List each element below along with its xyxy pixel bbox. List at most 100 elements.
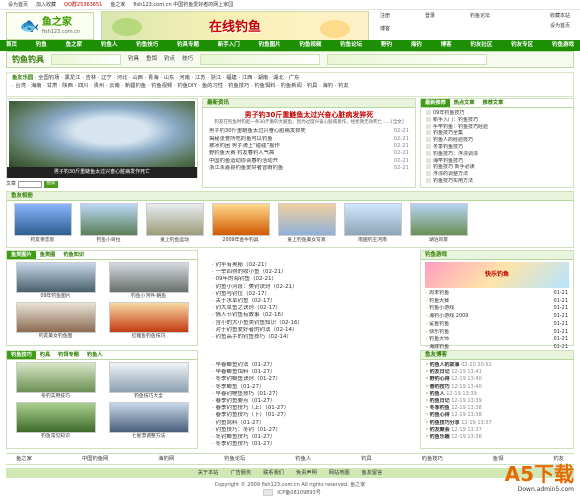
nav-item[interactable]: 钓鱼视频 <box>299 42 321 49</box>
news-item[interactable]: 男子钓30斤重鲢鱼太过兴奋心脏病发猝死 02-21 <box>209 128 409 135</box>
nav-item[interactable]: 博客 <box>441 42 452 49</box>
game-item[interactable]: · 钓鱼小游戏 01-21 <box>426 305 568 313</box>
article-item[interactable]: · 冬季钓鱼技巧（01-27） <box>212 441 406 448</box>
site-logo[interactable]: 🐟 鱼之家 fish123.com.cn <box>6 12 94 40</box>
register-link[interactable]: 注册 <box>380 13 390 19</box>
footer-link[interactable]: 免责声明 <box>296 470 317 476</box>
game-item[interactable]: · 鲨鱼钓鱼 01-21 <box>426 321 568 329</box>
article-item[interactable]: · 早春鲫鱼饵料（01-27） <box>212 369 406 376</box>
recommend-item[interactable]: 钓鱼技巧全集 <box>426 130 568 137</box>
album-item[interactable]: 2009年金牛钓具 <box>209 203 272 244</box>
news-item[interactable]: 野钓鱼大赛 钓友春钓人气高 02-21 <box>209 150 409 157</box>
region-row[interactable]: · 台湾 · 海南 · 甘肃 · 陕西 · 四川 · 贵州 · 云南 · 新疆钓… <box>12 83 349 89</box>
topbar-link[interactable]: 设为首页 <box>8 2 28 8</box>
footer-link[interactable]: 网站地图 <box>329 470 350 476</box>
search-input[interactable] <box>18 180 43 188</box>
news-item[interactable]: 中国钓鱼运动协会春钓活动开 02-21 <box>209 158 409 165</box>
recommend-item[interactable]: 钓鱼技巧：浮漂调漂 <box>426 150 568 158</box>
article-item[interactable]: · 冬季鲫鱼（01-27） <box>212 384 406 391</box>
nav-item[interactable]: 钓友社区 <box>470 42 492 49</box>
photo-item[interactable]: 09年钓鱼图片 <box>11 262 100 300</box>
article-item[interactable]: · 含小的大小鱼类钓鱼知识（02-16） <box>212 320 406 327</box>
news-item[interactable]: 揭秘张誉所吃的鱼可以钓鱼 02-21 <box>209 136 409 143</box>
search-button[interactable]: 搜索 <box>44 180 59 188</box>
article-item[interactable]: · 09年的海钓鱼（02-21） <box>212 276 406 283</box>
region-row[interactable]: · 全国钓场 · 黑龙江 · 吉林 · 辽宁 · 河北 · 山西 · 青海 · … <box>35 75 300 81</box>
footer-link[interactable]: 鱼友留言 <box>362 470 383 476</box>
article-item[interactable]: · 冬钓鲫鱼技巧（01-27） <box>212 434 406 441</box>
article-item[interactable]: · 春季钓鱼技巧（上）（01-27） <box>212 405 406 412</box>
album-item[interactable]: 钓友亲恋影 <box>11 203 74 244</box>
sub-nav-tag[interactable]: 钓点 <box>164 56 175 63</box>
blog-item[interactable]: · 钓鱼心得 12-19 13:38 <box>426 412 568 419</box>
skill-item[interactable]: 钓鱼技巧大全 <box>104 362 193 400</box>
homepage-link[interactable]: 设为首页 <box>550 23 570 29</box>
blog-item[interactable]: · 钓鱼乐趣 12-19 13:36 <box>426 434 568 441</box>
friend-link[interactable]: 钓具 <box>361 456 372 462</box>
game-item[interactable]: · 快乐钓鱼 01-21 <box>426 329 568 337</box>
article-item[interactable]: · 钓竿有奥秘（02-21） <box>212 262 406 269</box>
friend-link[interactable]: 海钓网 <box>158 456 174 462</box>
blog-item[interactable]: · 野钓心得 12-19 13:40 <box>426 376 568 383</box>
game-banner[interactable]: 快乐钓鱼 <box>425 262 569 288</box>
skill-item[interactable]: 冬钓实用技巧 <box>11 362 100 400</box>
recommend-item[interactable]: 钓鱼技巧实用方法 <box>426 177 568 185</box>
nav-item[interactable]: 钓鱼人 <box>101 42 118 49</box>
news-item[interactable]: 被冰钓困 男子骑上“碰碰”报作 02-21 <box>209 143 409 150</box>
tab-anglers[interactable]: 钓鱼人 <box>83 351 107 359</box>
article-item[interactable]: · 钓鱼小河段：美钓诀窍（02-21） <box>212 284 406 291</box>
recommend-item[interactable]: 浮漂的调整方法 <box>426 171 568 178</box>
tab-recommended[interactable]: 推荐文章 <box>479 99 508 107</box>
article-item[interactable]: · 关于水草钓鱼（02-17） <box>212 298 406 305</box>
nav-item[interactable]: 鱼之家 <box>66 42 83 49</box>
skill-item[interactable]: 钓鱼常见知识 <box>11 401 100 440</box>
blog-link[interactable]: 博客 <box>380 26 390 32</box>
album-item[interactable]: 南国钓王河南 <box>341 203 404 244</box>
nav-item[interactable]: 钓友专区 <box>511 42 533 49</box>
news-headline[interactable]: 男子钓30斤重鲢鱼太过兴奋心脏病发猝死 <box>203 111 415 119</box>
blog-item[interactable]: · 冬季钓鱼 12-19 13:38 <box>426 405 568 412</box>
article-item[interactable]: · 早春鲫鱼钓法（01-27） <box>212 362 406 369</box>
article-item[interactable]: · 对于钓鱼爱好者的钓法（02-14） <box>212 327 406 334</box>
recommend-item[interactable]: 海竿钓鱼技巧 <box>426 157 568 165</box>
sub-nav-tag[interactable]: 钓具 <box>128 56 139 63</box>
game-item[interactable]: · 海钓小游戏 2009 01-21 <box>426 313 568 321</box>
blog-item[interactable]: · 钓友日记 12-19 13:41 <box>426 369 568 376</box>
tab-fish-images[interactable]: 鱼类图 <box>36 251 60 259</box>
tab-fishing-skills[interactable]: 钓鱼技巧 <box>7 351 36 359</box>
footer-link[interactable]: 联系我们 <box>263 470 284 476</box>
article-item[interactable]: · 春季钓鱼技巧（下）（01-27） <box>212 412 406 419</box>
skill-item[interactable]: 七星漂调整方法 <box>104 401 193 440</box>
nav-item[interactable]: 钓鱼图片 <box>259 42 281 49</box>
blog-item[interactable]: · 钓鱼日记 12-19 13:39 <box>426 398 568 405</box>
game-item[interactable]: · 钓鱼大师 01-21 <box>426 336 568 344</box>
game-item[interactable]: · 钓鱼大赛 01-21 <box>426 298 568 306</box>
footer-link[interactable]: 广告服务 <box>230 470 251 476</box>
nav-item[interactable]: 新手入门 <box>218 42 240 49</box>
featured-photo[interactable]: 男子钓30斤重鲢鱼太过兴奋心脏病发作死亡 <box>6 98 198 178</box>
friend-link[interactable]: 钓鱼技巧 <box>422 456 443 462</box>
blog-item[interactable]: · 春钓技巧 12-19 13:40 <box>426 384 568 391</box>
article-item[interactable]: · 冬季钓鲫鱼诀窍（01-27） <box>212 376 406 383</box>
tab-latest-recommend[interactable]: 最新推荐 <box>421 99 450 107</box>
article-item[interactable]: · 钓鱼窝料（01-27） <box>212 420 406 427</box>
nav-item[interactable]: 钓鱼论坛 <box>340 42 362 49</box>
photo-item[interactable]: 红鲤鱼钓鱼技巧 <box>104 301 193 340</box>
article-item[interactable]: · 钓鱼与钓位（02-17） <box>212 291 406 298</box>
nav-item[interactable]: 野钓 <box>381 42 392 49</box>
recommend-item[interactable]: 冬季钓鱼技巧 <box>426 143 568 151</box>
recommend-item[interactable]: 手竿钓鱼：钓鱼技巧经验 <box>426 123 568 131</box>
nav-item[interactable]: 钓鱼 <box>36 42 47 49</box>
recommend-item[interactable]: 09年钓鱼技巧 <box>426 110 568 117</box>
blog-item[interactable]: · 钓友聚会 12-19 13:37 <box>426 427 568 434</box>
tab-hot-articles[interactable]: 热点文章 <box>450 99 479 107</box>
nav-item[interactable]: 海钓 <box>411 42 422 49</box>
photo-item[interactable]: 钓鱼小河件·鲢鱼 <box>104 262 193 300</box>
tab-fish-photos[interactable]: 鱼类图片 <box>7 251 36 259</box>
nav-item[interactable]: 钓鱼技巧 <box>136 42 158 49</box>
album-item[interactable]: 爱上钓鱼运动 <box>143 203 206 244</box>
recommend-item[interactable]: 钓鱼技巧 新手必读 <box>426 164 568 171</box>
friend-link[interactable]: 中国钓鱼网 <box>82 456 109 462</box>
friend-link[interactable]: 钓鱼论坛 <box>224 456 245 462</box>
tab-tackle[interactable]: 钓具 <box>36 351 54 359</box>
